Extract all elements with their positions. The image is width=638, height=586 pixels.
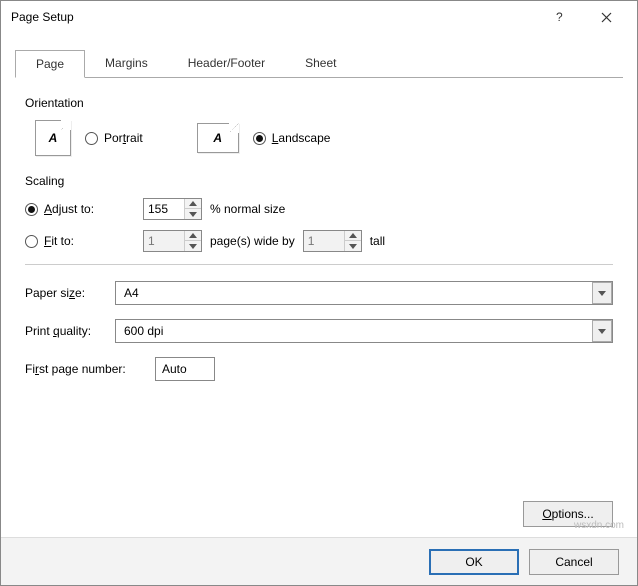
fit-tall-input[interactable]	[304, 231, 344, 251]
landscape-icon: A	[197, 123, 239, 153]
print-quality-value[interactable]	[116, 324, 592, 338]
help-button[interactable]: ?	[537, 1, 583, 33]
portrait-label: Portrait	[104, 131, 143, 145]
tab-page[interactable]: Page	[15, 50, 85, 78]
fit-mid-label: page(s) wide by	[210, 234, 295, 248]
window-title: Page Setup	[11, 10, 74, 24]
cancel-button[interactable]: Cancel	[529, 549, 619, 575]
orientation-row: A Portrait A Landscape	[25, 120, 613, 156]
portrait-icon: A	[35, 120, 71, 156]
landscape-radio[interactable]: Landscape	[253, 131, 331, 145]
fit-to-row: Fit to: page(s) wide by tall	[25, 230, 613, 252]
tab-sheet[interactable]: Sheet	[285, 50, 356, 78]
paper-size-row: Paper size:	[25, 281, 613, 305]
adjust-to-label: Adjust to:	[44, 202, 94, 216]
paper-size-combo[interactable]	[115, 281, 613, 305]
dropdown-icon[interactable]	[592, 320, 612, 342]
first-page-input[interactable]	[155, 357, 215, 381]
tab-margins[interactable]: Margins	[85, 50, 168, 78]
paper-size-value[interactable]	[116, 286, 592, 300]
fit-wide-spinner[interactable]	[143, 230, 202, 252]
fit-to-label: Fit to:	[44, 234, 74, 248]
radio-dot-icon	[85, 132, 98, 145]
orientation-label: Orientation	[25, 96, 613, 110]
spinner-up-icon[interactable]	[185, 199, 201, 209]
scaling-label: Scaling	[25, 174, 613, 188]
adjust-to-input[interactable]	[144, 199, 184, 219]
landscape-label: Landscape	[272, 131, 331, 145]
portrait-radio[interactable]: Portrait	[85, 131, 143, 145]
adjust-to-radio[interactable]: Adjust to:	[25, 202, 113, 216]
adjust-suffix: % normal size	[210, 202, 285, 216]
paper-size-label: Paper size:	[25, 286, 115, 300]
fit-to-radio[interactable]: Fit to:	[25, 234, 113, 248]
dropdown-icon[interactable]	[592, 282, 612, 304]
spinner-down-icon[interactable]	[185, 209, 201, 219]
spinner-down-icon[interactable]	[345, 241, 361, 251]
print-quality-row: Print quality:	[25, 319, 613, 343]
tab-content: Orientation A Portrait A Landscape Scali…	[1, 78, 637, 537]
spinner-up-icon[interactable]	[345, 231, 361, 241]
titlebar: Page Setup ?	[1, 1, 637, 33]
adjust-to-spinner[interactable]	[143, 198, 202, 220]
spinner-up-icon[interactable]	[185, 231, 201, 241]
spinner-down-icon[interactable]	[185, 241, 201, 251]
fit-tall-spinner[interactable]	[303, 230, 362, 252]
first-page-label: First page number:	[25, 362, 155, 376]
tab-header-footer[interactable]: Header/Footer	[168, 50, 285, 78]
radio-dot-icon	[25, 203, 38, 216]
radio-dot-icon	[253, 132, 266, 145]
close-button[interactable]	[583, 1, 629, 33]
fit-wide-input[interactable]	[144, 231, 184, 251]
dialog-footer: OK Cancel	[1, 537, 637, 585]
watermark: wsxdn.com	[574, 520, 624, 531]
tab-bar: Page Margins Header/Footer Sheet	[15, 49, 623, 78]
adjust-to-row: Adjust to: % normal size	[25, 198, 613, 220]
svg-text:?: ?	[556, 11, 563, 23]
ok-button[interactable]: OK	[429, 549, 519, 575]
print-quality-combo[interactable]	[115, 319, 613, 343]
print-quality-label: Print quality:	[25, 324, 115, 338]
radio-dot-icon	[25, 235, 38, 248]
page-setup-dialog: Page Setup ? Page Margins Header/Footer …	[0, 0, 638, 586]
fit-suffix: tall	[370, 234, 385, 248]
first-page-row: First page number:	[25, 357, 613, 381]
divider	[25, 264, 613, 265]
